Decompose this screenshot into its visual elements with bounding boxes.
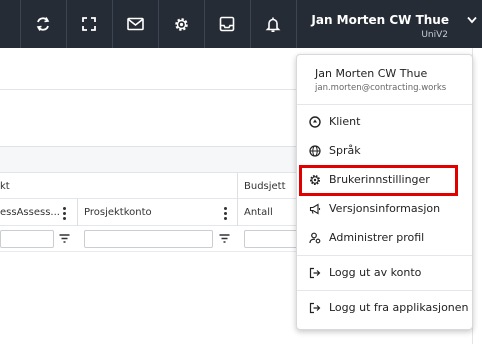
- column-divider: [237, 199, 238, 226]
- fullscreen-button[interactable]: [66, 0, 111, 48]
- megaphone-icon: [309, 203, 321, 215]
- column-header-antall[interactable]: Antall: [244, 207, 273, 218]
- logout-icon: [309, 302, 321, 314]
- column-menu-icon[interactable]: [224, 207, 227, 222]
- client-icon: [309, 116, 321, 128]
- menu-user-email: jan.morten@contracting.works: [315, 83, 447, 93]
- filter-input[interactable]: [84, 230, 213, 248]
- column-header-assessment[interactable]: essAssess...: [0, 207, 60, 218]
- menu-divider: [297, 290, 472, 291]
- inbox-icon: [219, 16, 235, 32]
- column-divider: [237, 173, 238, 199]
- inbox-button[interactable]: [204, 0, 249, 48]
- column-menu-icon[interactable]: [63, 207, 66, 222]
- logout-icon: [309, 267, 321, 279]
- column-header-prosjektkonto[interactable]: Prosjektkonto: [84, 207, 152, 218]
- globe-icon: [309, 145, 321, 157]
- group-header-prosjekt: kt: [0, 181, 10, 192]
- settings-button[interactable]: [158, 0, 203, 48]
- menu-item-administrer-profil[interactable]: Administrer profil: [297, 225, 472, 251]
- menu-divider: [297, 255, 472, 256]
- highlight-annotation: [299, 165, 458, 196]
- menu-divider: [297, 104, 472, 105]
- refresh-button[interactable]: [20, 0, 65, 48]
- chevron-down-icon: [467, 16, 477, 24]
- menu-item-label: Versjonsinformasjon: [329, 202, 441, 215]
- menu-item-logg-ut-applikasjon[interactable]: Logg ut fra applikasjonen: [297, 295, 472, 321]
- refresh-icon: [36, 17, 50, 31]
- menu-item-label: Administrer profil: [329, 231, 425, 244]
- user-name: Jan Morten CW Thue: [311, 13, 449, 27]
- filter-input[interactable]: [244, 230, 304, 248]
- notifications-button[interactable]: [250, 0, 295, 48]
- filter-icon[interactable]: [59, 234, 70, 243]
- menu-item-label: Logg ut fra applikasjonen: [329, 301, 469, 314]
- menu-item-versjonsinformasjon[interactable]: Versjonsinformasjon: [297, 196, 472, 222]
- right-side-panel: [472, 48, 482, 344]
- menu-user-name: Jan Morten CW Thue: [315, 67, 428, 80]
- menu-item-label: Logg ut av konto: [329, 266, 422, 279]
- group-header-budsjett: Budsjett: [244, 181, 286, 192]
- filter-input[interactable]: [0, 230, 54, 248]
- menu-item-sprak[interactable]: Språk: [297, 138, 472, 164]
- menu-item-label: Klient: [329, 115, 361, 128]
- mail-button[interactable]: [112, 0, 157, 48]
- gear-icon: [174, 17, 188, 31]
- fullscreen-icon: [82, 17, 96, 31]
- filter-icon[interactable]: [219, 234, 230, 243]
- user-settings-icon: [309, 232, 321, 244]
- menu-item-label: Språk: [329, 144, 361, 157]
- menu-item-klient[interactable]: Klient: [297, 109, 472, 135]
- mail-icon: [126, 17, 144, 31]
- user-menu-toggle[interactable]: Jan Morten CW Thue UniV2: [296, 0, 482, 48]
- top-navigation-bar: Jan Morten CW Thue UniV2: [0, 0, 482, 48]
- company-name: UniV2: [421, 30, 448, 40]
- bell-icon: [265, 17, 281, 32]
- column-divider: [77, 199, 78, 226]
- menu-item-logg-ut-konto[interactable]: Logg ut av konto: [297, 260, 472, 286]
